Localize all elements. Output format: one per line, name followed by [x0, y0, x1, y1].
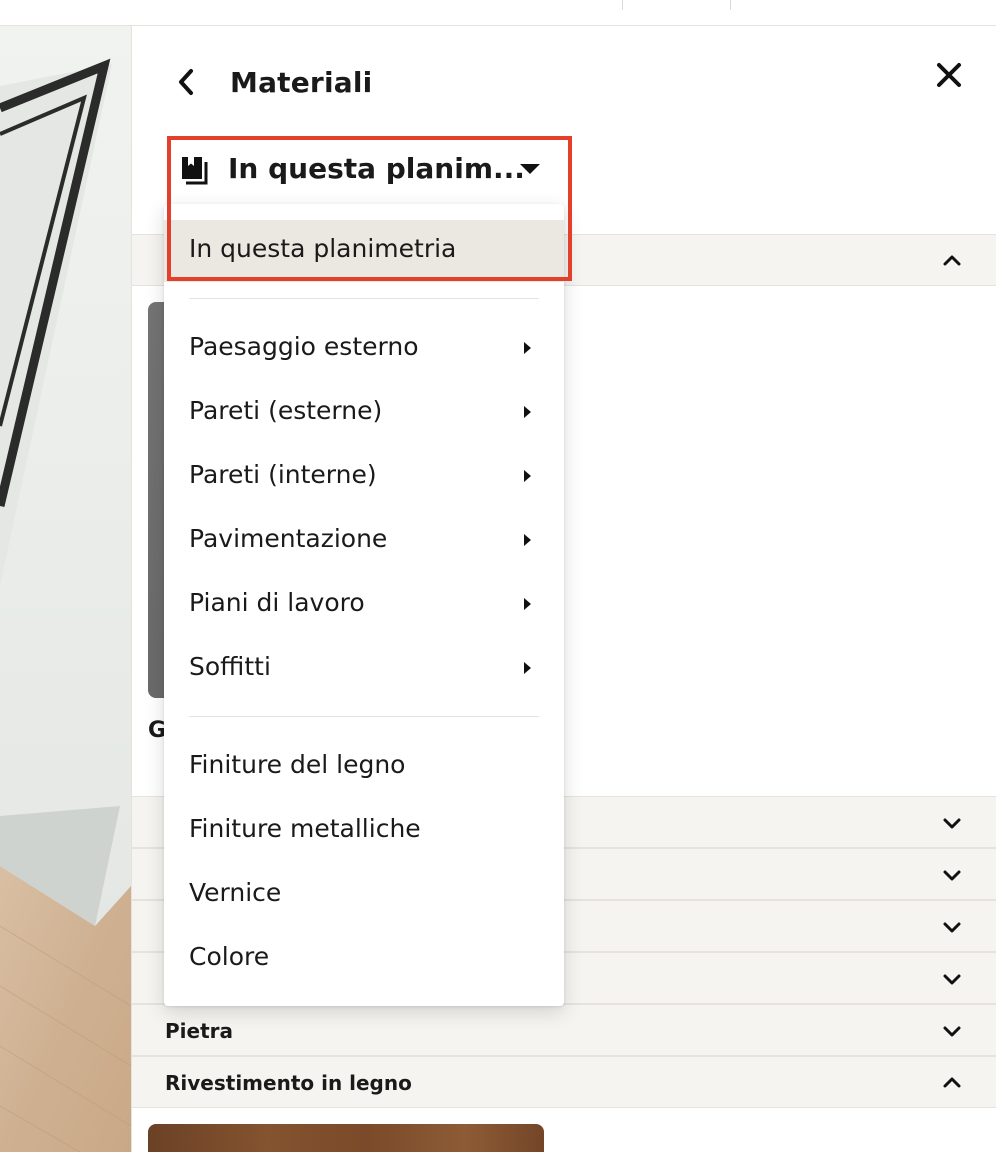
dropdown-menu: In questa planimetria Paesaggio esterno … — [164, 204, 564, 1006]
menu-item-pareti-esterne[interactable]: Pareti (esterne) — [164, 382, 564, 444]
chevron-down-icon — [943, 922, 961, 933]
caret-right-icon — [524, 470, 531, 482]
menu-item-label: Vernice — [189, 878, 282, 907]
chevron-down-icon — [943, 974, 961, 985]
close-icon — [937, 63, 961, 87]
menu-item-vernice[interactable]: Vernice — [164, 864, 564, 926]
menu-item-label: Piani di lavoro — [189, 588, 365, 617]
menu-item-label: Pareti (interne) — [189, 460, 377, 489]
dropdown-selected-value: In questa planim... — [228, 152, 525, 185]
menu-item-label: In questa planimetria — [189, 234, 457, 263]
caret-right-icon — [524, 342, 531, 354]
menu-item-finiture-metalliche[interactable]: Finiture metalliche — [164, 800, 564, 862]
panel-header: Materiali — [132, 26, 996, 136]
section-header-rivestimento[interactable]: Rivestimento in legno — [132, 1056, 996, 1108]
caret-right-icon — [524, 598, 531, 610]
book-icon — [182, 157, 208, 185]
menu-divider — [189, 716, 539, 717]
section-label: Rivestimento in legno — [165, 1071, 412, 1095]
panel-title: Materiali — [230, 66, 373, 99]
menu-item-paesaggio-esterno[interactable]: Paesaggio esterno — [164, 318, 564, 380]
chevron-down-icon — [943, 870, 961, 881]
chevron-down-icon — [943, 1026, 961, 1037]
menu-item-label: Colore — [189, 942, 270, 971]
catalog-dropdown[interactable]: In questa planim... — [165, 140, 565, 202]
menu-item-finiture-del-legno[interactable]: Finiture del legno — [164, 736, 564, 798]
menu-item-pareti-interne[interactable]: Pareti (interne) — [164, 446, 564, 508]
menu-item-piani-di-lavoro[interactable]: Piani di lavoro — [164, 574, 564, 636]
chevron-left-icon — [179, 69, 193, 95]
chevron-down-icon — [943, 818, 961, 829]
menu-item-label: Finiture del legno — [189, 750, 406, 779]
caret-right-icon — [524, 406, 531, 418]
close-button[interactable] — [934, 60, 964, 90]
3d-viewport[interactable] — [0, 26, 131, 1152]
caret-right-icon — [524, 662, 531, 674]
chevron-up-icon — [943, 1077, 961, 1088]
caret-right-icon — [524, 534, 531, 546]
caret-down-icon — [520, 164, 540, 174]
room-render — [0, 58, 131, 1152]
menu-item-pavimentazione[interactable]: Pavimentazione — [164, 510, 564, 572]
menu-item-colore[interactable]: Colore — [164, 928, 564, 990]
back-button[interactable] — [172, 68, 200, 96]
menu-item-label: Pareti (esterne) — [189, 396, 383, 425]
menu-item-in-questa-planimetria[interactable]: In questa planimetria — [164, 220, 564, 282]
menu-item-label: Soffitti — [189, 652, 271, 681]
material-swatch-wood[interactable] — [148, 1124, 544, 1152]
menu-item-label: Pavimentazione — [189, 524, 388, 553]
top-toolbar — [0, 0, 996, 26]
section-header-pietra[interactable]: Pietra — [132, 1004, 996, 1056]
section-label: Pietra — [165, 1019, 233, 1043]
menu-item-label: Paesaggio esterno — [189, 332, 419, 361]
toolbar-divider — [730, 0, 731, 10]
menu-divider — [189, 298, 539, 299]
menu-item-soffitti[interactable]: Soffitti — [164, 638, 564, 700]
toolbar-divider — [622, 0, 623, 10]
chevron-up-icon — [943, 255, 961, 266]
menu-item-label: Finiture metalliche — [189, 814, 421, 843]
